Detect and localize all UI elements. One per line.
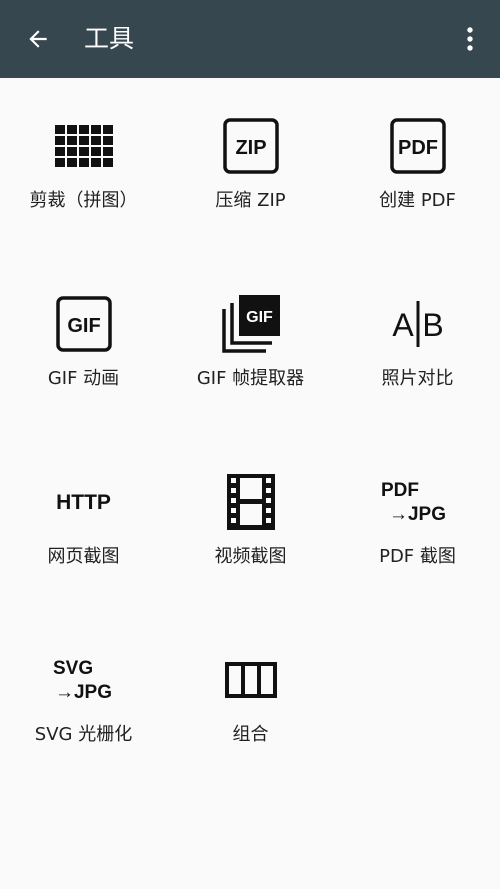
pdf-to-jpg-icon: PDF →JPG — [381, 481, 447, 525]
more-options-button[interactable] — [452, 19, 488, 59]
tool-label: 视频截图 — [214, 546, 287, 567]
tool-video-screenshot[interactable]: 视频截图 — [167, 434, 334, 584]
compare-icon: A B — [392, 301, 443, 347]
gif-icon: GIF — [55, 296, 112, 352]
tool-compress-zip[interactable]: ZIP 压缩 ZIP — [167, 78, 334, 228]
svg-to-jpg-icon: SVG →JPG — [52, 657, 113, 703]
more-vert-icon — [467, 27, 473, 51]
tool-label: GIF 帧提取器 — [196, 368, 305, 389]
tool-label: GIF 动画 — [47, 368, 120, 389]
zip-icon-text: ZIP — [235, 137, 266, 159]
svg-to-jpg-icon-bottom: →JPG — [54, 681, 113, 703]
tool-photo-compare[interactable]: A B 照片对比 — [334, 256, 500, 406]
pdf-to-jpg-icon-top: PDF — [380, 479, 419, 501]
compare-icon-left: A — [392, 307, 414, 343]
back-button[interactable] — [16, 19, 60, 59]
tool-crop-collage[interactable]: 剪裁（拼图） — [0, 78, 167, 228]
columns-icon — [224, 662, 277, 698]
tool-svg-rasterize[interactable]: SVG →JPG SVG 光栅化 — [0, 612, 167, 762]
pdf-icon-text: PDF — [398, 137, 438, 159]
tool-pdf-screenshot[interactable]: PDF →JPG PDF 截图 — [334, 434, 500, 584]
film-icon — [226, 474, 275, 530]
tool-gif-frame-extractor[interactable]: GIF GIF 帧提取器 — [167, 256, 334, 406]
arrow-back-icon — [29, 30, 47, 48]
tool-label: 压缩 ZIP — [215, 190, 286, 211]
http-icon: HTTP — [56, 490, 111, 514]
page-title: 工具 — [84, 24, 135, 53]
gif-frames-icon: GIF — [221, 295, 280, 353]
pdf-icon: PDF — [389, 118, 446, 174]
tool-label: 组合 — [232, 724, 269, 745]
gif-frames-icon-text: GIF — [246, 309, 273, 326]
tool-label: 照片对比 — [381, 368, 454, 389]
tool-label: 网页截图 — [47, 546, 120, 567]
tool-gif-animation[interactable]: GIF GIF 动画 — [0, 256, 167, 406]
tool-webpage-screenshot[interactable]: HTTP 网页截图 — [0, 434, 167, 584]
tool-label: SVG 光栅化 — [34, 724, 133, 745]
app-bar: 工具 — [0, 0, 500, 78]
compare-icon-right: B — [422, 307, 443, 343]
svg-to-jpg-icon-top: SVG — [52, 657, 94, 679]
tool-label: PDF 截图 — [379, 546, 456, 567]
tool-label: 剪裁（拼图） — [29, 190, 138, 211]
grid-crop-icon — [54, 125, 113, 167]
tool-create-pdf[interactable]: PDF 创建 PDF — [334, 78, 500, 228]
tool-label: 创建 PDF — [379, 190, 456, 211]
tool-combine[interactable]: 组合 — [167, 612, 334, 762]
zip-icon: ZIP — [222, 118, 279, 174]
gif-icon-text: GIF — [67, 315, 100, 337]
pdf-to-jpg-icon-bottom: →JPG — [388, 503, 447, 525]
